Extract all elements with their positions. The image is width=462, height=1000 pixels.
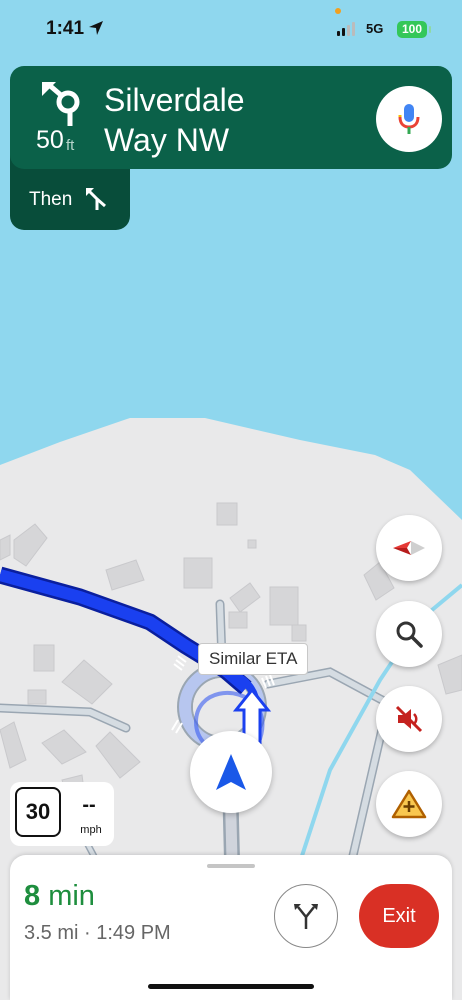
compass-button[interactable] bbox=[376, 515, 442, 581]
report-incident-button[interactable] bbox=[376, 771, 442, 837]
street-line-1: Silverdale bbox=[104, 82, 245, 118]
then-label: Then bbox=[29, 189, 73, 210]
speed-limit-sign: 30 bbox=[15, 787, 61, 837]
eta-minutes: 8 bbox=[24, 880, 41, 912]
location-arrow-icon bbox=[89, 21, 103, 35]
eta-duration: 8 min bbox=[24, 880, 95, 913]
exit-button[interactable]: Exit bbox=[359, 884, 439, 948]
search-icon bbox=[396, 621, 423, 648]
mic-icon bbox=[398, 104, 420, 134]
eta-unit: min bbox=[48, 880, 95, 912]
voice-search-button[interactable] bbox=[376, 86, 442, 152]
sound-toggle-button[interactable] bbox=[376, 686, 442, 752]
battery-nub bbox=[429, 26, 431, 33]
sheet-grabber[interactable] bbox=[207, 864, 255, 868]
signal-bars-icon bbox=[337, 22, 355, 36]
alternate-routes-button[interactable] bbox=[274, 884, 338, 948]
roundabout-turn-icon bbox=[42, 82, 80, 126]
current-speed: -- bbox=[82, 794, 96, 816]
search-button[interactable] bbox=[376, 601, 442, 667]
status-time: 1:41 bbox=[46, 18, 85, 39]
speed-panel: 30 -- mph bbox=[10, 782, 114, 846]
home-indicator[interactable] bbox=[148, 984, 314, 989]
status-bar: 1:41 5G 100 bbox=[0, 0, 462, 60]
compass-icon bbox=[393, 541, 425, 555]
battery-indicator: 100 bbox=[397, 21, 427, 38]
route-options-icon bbox=[294, 904, 318, 929]
fork-turn-icon bbox=[86, 188, 106, 210]
eta-comparison-tag[interactable]: Similar ETA bbox=[198, 643, 309, 675]
navigation-arrow-icon bbox=[216, 754, 246, 790]
network-label: 5G bbox=[366, 21, 384, 36]
street-name: Silverdale Way NW bbox=[104, 80, 364, 160]
privacy-dot bbox=[335, 8, 341, 14]
street-line-2: Way NW bbox=[104, 122, 230, 158]
recenter-button[interactable] bbox=[190, 731, 272, 813]
trip-details: 3.5 mi · 1:49 PM bbox=[24, 922, 171, 944]
speed-unit: mph bbox=[80, 824, 102, 836]
distance-value: 50 bbox=[36, 126, 64, 154]
report-icon bbox=[391, 789, 427, 819]
sound-off-icon bbox=[395, 705, 423, 733]
distance-unit: ft bbox=[66, 137, 75, 154]
